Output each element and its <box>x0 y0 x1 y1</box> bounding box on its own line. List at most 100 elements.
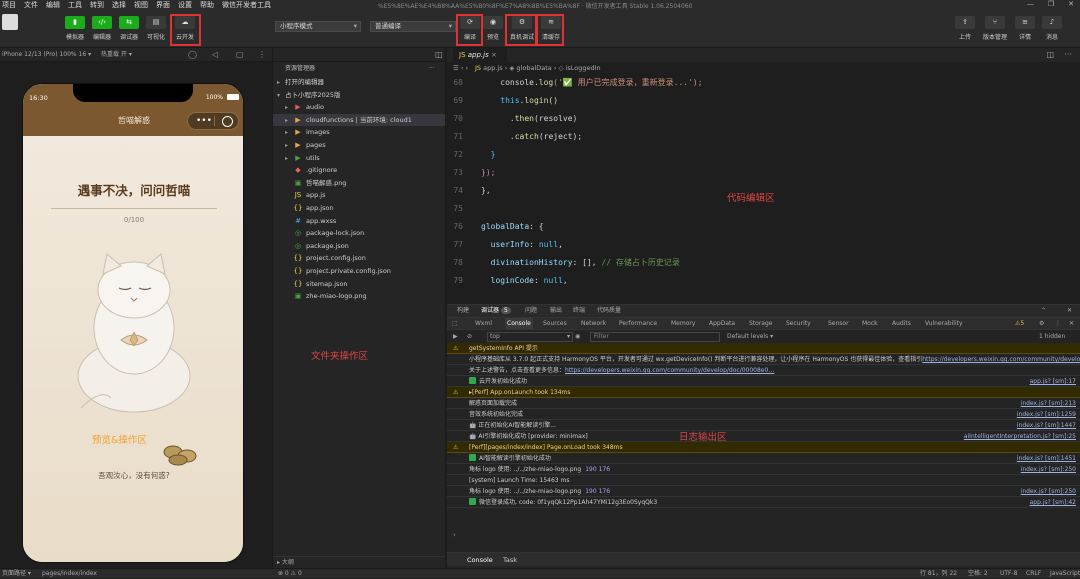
close-icon[interactable]: ✕ <box>1067 305 1072 317</box>
volume-icon[interactable]: ◁ <box>212 48 218 62</box>
log-entry[interactable]: 微信登录成功, code: 0f1yqQk12Pp1Ah47YMi12g3Eo0… <box>447 497 1080 508</box>
file-item[interactable]: ◎ package.json <box>273 240 445 253</box>
log-source-link[interactable]: index.js? [sm]:1447 <box>1017 420 1076 431</box>
file-item[interactable]: ◎ package-lock.json <box>273 227 445 240</box>
split-icon[interactable]: ◫ <box>435 50 443 59</box>
home-icon[interactable]: ▢ <box>236 48 244 62</box>
log-source-link[interactable]: index.js? [sm]:250 <box>1021 464 1076 475</box>
more-icon[interactable]: ··· <box>1064 50 1072 59</box>
log-entry[interactable]: 解惑页面加载完成 index.js? [sm]:213 <box>447 398 1080 409</box>
log-source-link[interactable]: index.js? [sm]:1259 <box>1017 409 1076 420</box>
menu-settings[interactable]: 设置 <box>178 0 192 10</box>
menu-view[interactable]: 视图 <box>134 0 148 10</box>
debugger-button[interactable]: ⇆ 调试器 <box>116 16 142 41</box>
messages-button[interactable]: ♪ 消息 <box>1039 16 1065 41</box>
simulator-button[interactable]: ▮ 模拟器 <box>62 16 88 41</box>
log-entry[interactable]: 角标 logo 使用: ../../zhe-miao-logo.png 190 1… <box>447 464 1080 475</box>
compile-select[interactable]: 普通编译 ▾ <box>370 21 456 32</box>
more-icon[interactable]: ··· <box>429 62 435 76</box>
project-root[interactable]: ▾ 占卜小程序2025版 <box>273 89 445 102</box>
log-entry[interactable]: 🤖 正在初始化AI智能解读引擎... index.js? [sm]:1447 <box>447 420 1080 431</box>
log-source-link[interactable]: aiIntelligentInterpretation.js? [sm]:25 <box>964 431 1076 442</box>
capsule-menu[interactable]: ••• <box>187 112 239 130</box>
menu-project[interactable]: 项目 <box>2 0 16 10</box>
minimize-icon[interactable]: — <box>1027 0 1034 8</box>
details-button[interactable]: ≡ 详情 <box>1012 16 1038 41</box>
tab-build[interactable]: 构建 <box>457 305 469 317</box>
mode-select[interactable]: 小程序模式 ▾ <box>275 21 361 32</box>
menu-edit[interactable]: 编辑 <box>46 0 60 10</box>
log-source-link[interactable]: index.js? [sm]:250 <box>1021 486 1076 497</box>
chevron-up-icon[interactable]: ⌃ <box>1041 305 1046 317</box>
log-source-link[interactable]: app.js? [sm]:17 <box>1030 376 1076 387</box>
file-item[interactable]: # app.wxss <box>273 215 445 228</box>
split-editor-icon[interactable]: ◫ <box>1046 50 1054 59</box>
file-item[interactable]: {} sitemap.json <box>273 278 445 291</box>
log-entry[interactable]: ⚠ getSystemInfo API 提示 <box>447 343 1080 354</box>
visual-button[interactable]: ▤ 可视化 <box>143 16 169 41</box>
menu-help[interactable]: 帮助 <box>200 0 214 10</box>
folder-item[interactable]: ▸ ▶ cloudfunctions | 当前环境: cloud1 <box>273 113 445 127</box>
log-entry[interactable]: ⚠ [Perf][pages/index/index] Page.onLoad t… <box>447 442 1080 453</box>
log-entry[interactable]: 音效系统初始化完成 index.js? [sm]:1259 <box>447 409 1080 420</box>
folder-item[interactable]: ▸ ▶ utils <box>273 152 445 165</box>
file-item[interactable]: ◆ .gitignore <box>273 164 445 177</box>
file-item[interactable]: JS app.js <box>273 189 445 202</box>
filter-input[interactable]: Filter <box>590 332 720 342</box>
log-entry[interactable]: [system] Launch Time: 15463 ms <box>447 475 1080 486</box>
context-select[interactable]: top ▾ <box>487 332 573 342</box>
nav-back-icon[interactable]: ☰ ‹ › <box>453 62 468 74</box>
console-prompt-icon[interactable]: › <box>453 531 456 539</box>
file-item[interactable]: {} project.private.config.json <box>273 265 445 278</box>
close-icon[interactable]: × <box>491 51 497 59</box>
log-entry[interactable]: 小程序基础库从 3.7.0 起正式支持 HarmonyOS 平台，开发者可通过 … <box>447 354 1080 365</box>
log-entry[interactable]: 关于上述警告，点击查看更多信息：https://developers.weixi… <box>447 365 1080 376</box>
folder-item[interactable]: ▸ ▶ audio <box>273 101 445 114</box>
record-icon[interactable]: ◯ <box>188 48 197 62</box>
log-link[interactable]: https://developers.weixin.qq.com/communi… <box>922 356 1080 363</box>
tab-problems[interactable]: 问题 <box>525 305 537 317</box>
log-entry[interactable]: 云开发初始化成功 app.js? [sm]:17 <box>447 376 1080 387</box>
upload-button[interactable]: ⇪ 上传 <box>952 16 978 41</box>
log-source-link[interactable]: index.js? [sm]:1451 <box>1017 453 1076 464</box>
menu-devtools[interactable]: 微信开发者工具 <box>222 0 271 10</box>
log-source-link[interactable]: index.js? [sm]:213 <box>1021 398 1076 409</box>
log-entry[interactable]: 角标 logo 使用: ../../zhe-miao-logo.png 190 1… <box>447 486 1080 497</box>
tab-code-quality[interactable]: 代码质量 <box>597 305 621 317</box>
outline-section[interactable]: ▸ 大纲 <box>273 556 445 568</box>
exit-circle-icon[interactable] <box>222 116 233 127</box>
more-dots-icon[interactable]: ••• <box>196 116 212 126</box>
log-source-link[interactable]: app.js? [sm]:42 <box>1030 497 1076 508</box>
close-icon[interactable]: ✕ <box>1068 0 1074 8</box>
version-button[interactable]: ⑂ 版本管理 <box>980 16 1010 41</box>
preview-button[interactable]: ◉ 预览 <box>480 16 506 41</box>
bottom-tab-task[interactable]: Task <box>503 553 517 567</box>
log-entry[interactable]: 🤖 AI引擎初始化成功 [provider: minimax] aiIntelli… <box>447 431 1080 442</box>
tab-terminal[interactable]: 终端 <box>573 305 585 317</box>
file-item[interactable]: {} project.config.json <box>273 252 445 265</box>
folder-item[interactable]: ▸ ▶ pages <box>273 139 445 152</box>
phone-preview[interactable]: 16:30 100% 哲喵解惑 ••• 遇事不决，问问哲喵 0/100 吾观汝心… <box>22 83 244 563</box>
editor-button[interactable]: ‹/› 编辑器 <box>89 16 115 41</box>
log-entry[interactable]: AI智能解读引擎初始化成功 index.js? [sm]:1451 <box>447 453 1080 464</box>
menu-goto[interactable]: 转到 <box>90 0 104 10</box>
levels-select[interactable]: Default levels ▾ <box>727 330 773 344</box>
code-lines[interactable]: 68 console.log('✅ 用户已完成登录，重新登录...'); 69 … <box>447 74 1080 304</box>
file-item[interactable]: ▣ 哲喵解惑.png <box>273 177 445 190</box>
menu-file[interactable]: 文件 <box>24 0 38 10</box>
open-editors-section[interactable]: ▸ 打开的编辑器 <box>273 76 445 89</box>
bottom-tab-console[interactable]: Console <box>467 553 493 567</box>
file-item[interactable]: {} app.json <box>273 202 445 215</box>
folder-item[interactable]: ▸ ▶ images <box>273 126 445 139</box>
tab-app-js[interactable]: JS app.js × <box>453 48 507 62</box>
clear-console-icon[interactable]: ⊘ <box>467 330 472 344</box>
log-link[interactable]: https://developers.weixin.qq.com/communi… <box>565 367 774 374</box>
project-avatar[interactable] <box>2 14 18 30</box>
file-item[interactable]: ▣ zhe-miao-logo.png <box>273 290 445 303</box>
device-select[interactable]: iPhone 12/13 (Pro) 100% 16 ▾ <box>2 51 91 58</box>
menu-interface[interactable]: 界面 <box>156 0 170 10</box>
hot-reload-select[interactable]: 热重载 开 ▾ <box>101 51 132 58</box>
menu-tools[interactable]: 工具 <box>68 0 82 10</box>
menu-select[interactable]: 选择 <box>112 0 126 10</box>
tab-output[interactable]: 输出 <box>550 305 562 317</box>
